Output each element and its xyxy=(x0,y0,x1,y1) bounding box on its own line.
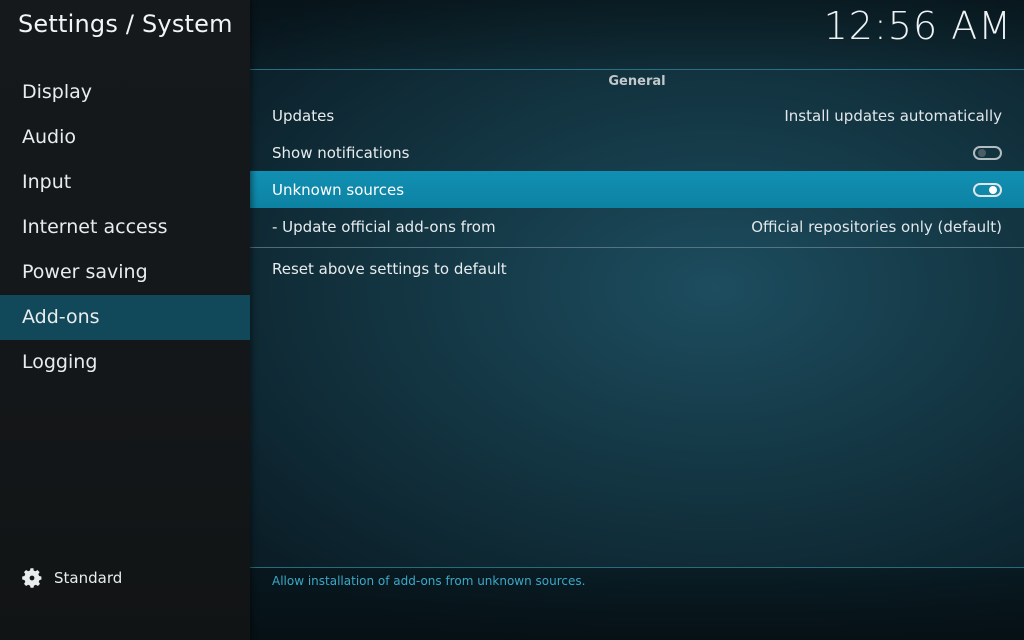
setting-value: Official repositories only (default) xyxy=(751,217,1002,236)
setting-label: Show notifications xyxy=(272,143,410,162)
setting-label: - Update official add-ons from xyxy=(272,217,496,236)
sidebar-item-internet-access[interactable]: Internet access xyxy=(0,205,250,250)
setting-show-notifications[interactable]: Show notifications xyxy=(250,134,1024,171)
sidebar-item-logging[interactable]: Logging xyxy=(0,340,250,385)
reset-settings-button[interactable]: Reset above settings to default xyxy=(250,250,1024,287)
setting-updates[interactable]: Updates Install updates automatically xyxy=(250,97,1024,134)
sidebar-item-audio[interactable]: Audio xyxy=(0,115,250,160)
settings-level-label: Standard xyxy=(54,569,123,587)
sidebar: Settings / System Display Audio Input In… xyxy=(0,0,250,640)
setting-value: Install updates automatically xyxy=(784,106,1002,125)
setting-label: Unknown sources xyxy=(272,180,405,199)
category-list: Display Audio Input Internet access Powe… xyxy=(0,70,250,385)
setting-update-official-add-ons-from[interactable]: - Update official add-ons from Official … xyxy=(250,208,1024,245)
divider xyxy=(250,69,1024,70)
sidebar-item-display[interactable]: Display xyxy=(0,70,250,115)
toggle-off-icon[interactable] xyxy=(973,145,1002,160)
settings-level-button[interactable]: Standard xyxy=(20,566,122,590)
setting-label: Updates xyxy=(272,106,335,125)
reset-label: Reset above settings to default xyxy=(272,259,507,278)
divider xyxy=(250,247,1024,248)
settings-panel: 12:56 AM General Updates Install updates… xyxy=(250,0,1024,640)
gear-icon xyxy=(20,566,44,590)
sidebar-item-power-saving[interactable]: Power saving xyxy=(0,250,250,295)
settings-list: Updates Install updates automatically Sh… xyxy=(250,97,1024,287)
kodi-settings-screen: Settings / System Display Audio Input In… xyxy=(0,0,1024,640)
toggle-on-icon[interactable] xyxy=(973,182,1002,197)
page-title: Settings / System xyxy=(18,10,233,38)
group-title: General xyxy=(608,74,666,89)
sidebar-item-input[interactable]: Input xyxy=(0,160,250,205)
sidebar-item-add-ons[interactable]: Add-ons xyxy=(0,295,250,340)
setting-description: Allow installation of add-ons from unkno… xyxy=(272,574,586,588)
clock: 12:56 AM xyxy=(823,4,1012,48)
setting-unknown-sources[interactable]: Unknown sources xyxy=(250,171,1024,208)
